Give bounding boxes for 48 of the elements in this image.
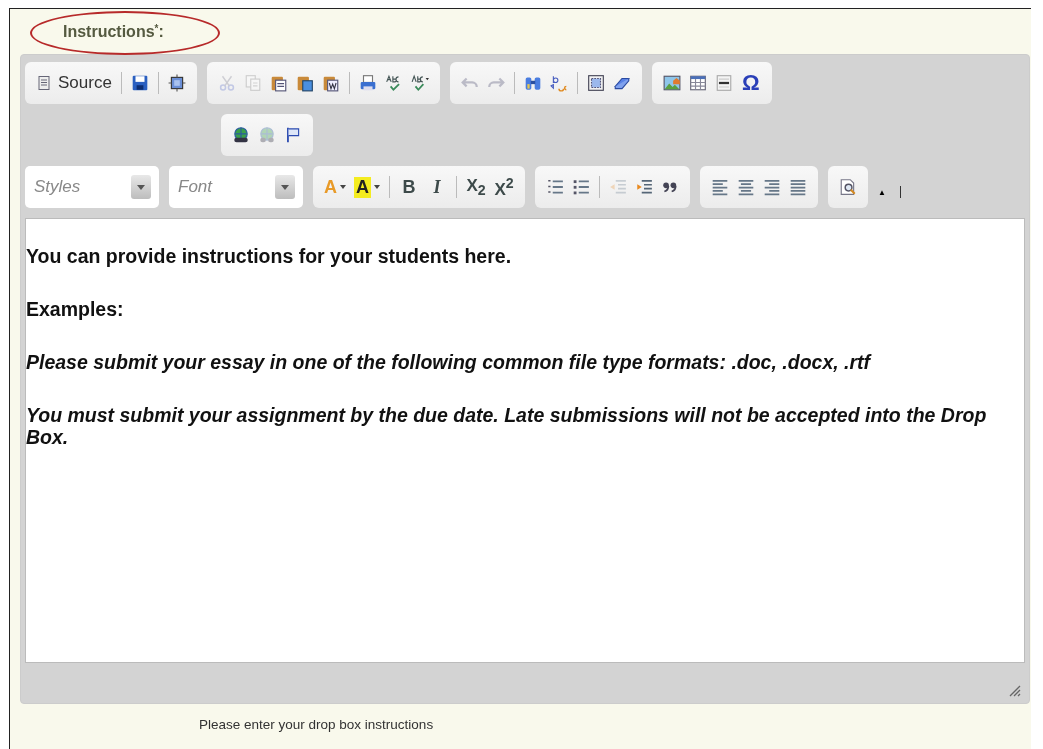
document-icon (36, 75, 52, 91)
select-all-icon (586, 74, 605, 92)
paragraph: You can provide instructions for your students here. (26, 245, 513, 267)
script-button[interactable]: X$^{2}$ (491, 174, 517, 200)
editor-content-area[interactable] (25, 218, 1025, 663)
hint-text: Please enter your drop box instructions (199, 717, 435, 732)
replace-icon (549, 74, 568, 92)
binoculars-icon (523, 74, 542, 92)
collapse-toolbar-button[interactable]: ▲ (878, 186, 901, 198)
caret-icon (374, 185, 380, 189)
outdent-icon (609, 178, 627, 196)
align-center-icon (737, 178, 755, 196)
printer-icon (358, 74, 377, 92)
dropdown-arrow-icon (137, 184, 145, 190)
chip-icon (167, 74, 186, 92)
globe-link-icon (232, 126, 250, 144)
clipboard-icon (321, 74, 340, 92)
scissors-icon (217, 74, 236, 92)
paragraph: Examples: (26, 298, 125, 320)
align-left-icon (711, 178, 729, 196)
special-character-button[interactable]: Ω (737, 70, 764, 96)
caret-icon (340, 185, 346, 189)
clipboard-icon (269, 74, 288, 92)
numbered-list-icon (546, 178, 564, 196)
highlight-color-button[interactable]: A (351, 174, 383, 200)
bullet-list-icon (572, 178, 590, 196)
dropdown-arrow-icon (281, 184, 289, 190)
paragraph: You must submit your assignment by the due date. Late submissions will not be accepted into the Drop Box. (26, 404, 988, 448)
flag-icon (284, 126, 302, 144)
globe-unlink-icon (258, 126, 276, 144)
preview-icon (839, 178, 857, 196)
image-icon (662, 74, 681, 92)
resize-grip-icon[interactable] (1007, 683, 1021, 697)
field-label: Instructions*: (63, 22, 164, 40)
script-button[interactable]: X$_{2}$ (463, 174, 489, 200)
justify-icon (789, 178, 807, 196)
dropdown-field[interactable]: Styles (25, 166, 159, 208)
paragraph: Please submit your essay in one of the following common file type formats: .doc, .docx, .rtf (26, 351, 873, 373)
italic-button[interactable]: I (424, 174, 450, 200)
indent-icon (635, 178, 653, 196)
dropdown-field[interactable]: Font (169, 166, 303, 208)
clipboard-icon (295, 74, 314, 92)
spellcheck-icon (410, 74, 429, 92)
copy-icon (243, 74, 262, 92)
bold-button[interactable]: B (396, 174, 422, 200)
table-icon (688, 74, 707, 92)
align-right-icon (763, 178, 781, 196)
source-button[interactable]: Source (33, 70, 115, 96)
